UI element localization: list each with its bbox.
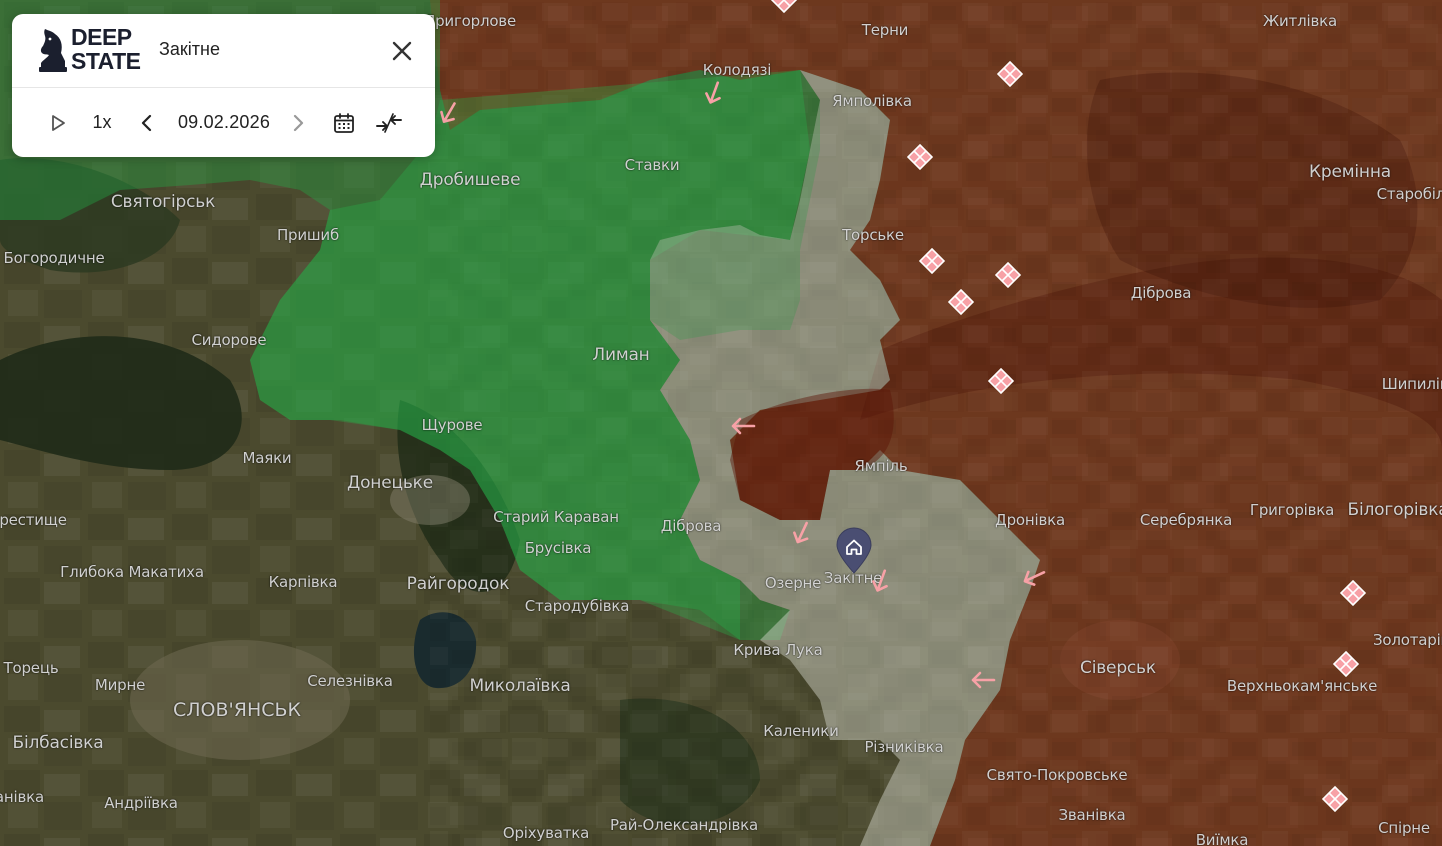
logo-line1: DEEP (71, 24, 132, 50)
diamond-marker-icon (994, 261, 1022, 289)
attack-marker[interactable] (1332, 650, 1360, 678)
diamond-marker-icon (1332, 650, 1360, 678)
attack-marker[interactable] (947, 288, 975, 316)
diamond-marker-icon (918, 247, 946, 275)
attack-marker[interactable] (996, 60, 1024, 88)
collapse-button[interactable] (372, 88, 406, 157)
calendar-icon (334, 112, 354, 133)
diamond-marker-icon (947, 288, 975, 316)
attack-marker[interactable] (906, 143, 934, 171)
collapse-arrows-icon (376, 112, 402, 133)
calendar-button[interactable] (330, 88, 358, 157)
speed-button[interactable]: 1x (88, 88, 116, 157)
logo-line2: STATE (71, 48, 141, 74)
home-pin-icon (836, 527, 872, 574)
date-display[interactable]: 09.02.2026 (170, 88, 278, 157)
location-pin[interactable] (834, 527, 874, 575)
attack-marker[interactable] (918, 247, 946, 275)
chevron-left-icon (141, 114, 152, 131)
attack-marker[interactable] (987, 367, 1015, 395)
attack-marker[interactable] (1321, 785, 1349, 813)
attack-marker[interactable] (1339, 579, 1367, 607)
play-icon (52, 114, 65, 131)
diamond-marker-icon (1339, 579, 1367, 607)
attack-marker[interactable] (770, 0, 798, 14)
location-title: Закітне (159, 39, 220, 59)
close-button[interactable] (389, 38, 415, 64)
diamond-marker-icon (996, 60, 1024, 88)
deepstate-logo: DEEP STATE (39, 25, 149, 77)
close-icon (392, 41, 412, 61)
diamond-marker-icon (906, 143, 934, 171)
play-button[interactable] (42, 88, 74, 157)
prev-date-button[interactable] (133, 88, 161, 157)
diamond-marker-icon (770, 0, 798, 14)
diamond-marker-icon (1321, 785, 1349, 813)
next-date-button[interactable] (284, 88, 312, 157)
info-panel: DEEP STATE Закітне 1x 09.02.2026 (12, 14, 435, 157)
attack-marker[interactable] (994, 261, 1022, 289)
logo-text: DEEP STATE (71, 24, 141, 74)
timeline-controls: 1x 09.02.2026 (12, 88, 435, 157)
diamond-marker-icon (987, 367, 1015, 395)
chevron-right-icon (293, 114, 304, 131)
panel-header: DEEP STATE Закітне (12, 14, 435, 88)
knight-icon (39, 29, 67, 72)
